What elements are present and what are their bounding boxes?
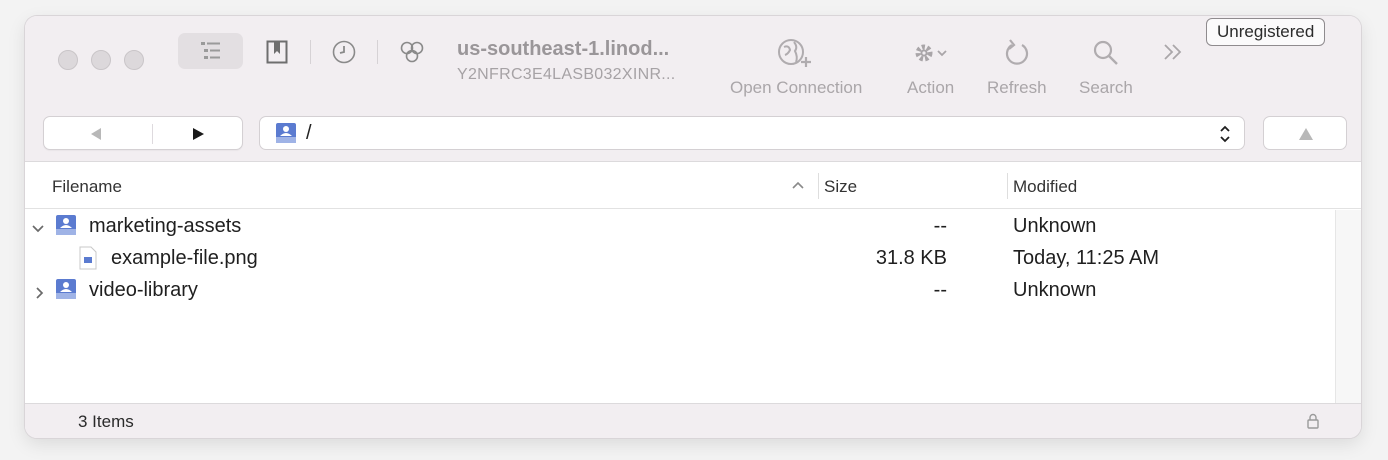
- row-filename: example-file.png: [111, 247, 258, 269]
- toggle-sidebar-button[interactable]: [178, 33, 243, 69]
- file-list: marketing-assets -- Unknown example-file…: [25, 210, 1335, 403]
- modified-column-header[interactable]: Modified: [1013, 177, 1077, 197]
- up-arrow-icon: [1299, 128, 1313, 140]
- refresh-label: Refresh: [987, 78, 1047, 97]
- history-icon: [332, 40, 356, 64]
- bonjour-button[interactable]: [397, 38, 427, 66]
- globe-plus-icon: [778, 39, 812, 67]
- bucket-icon: [54, 277, 78, 307]
- table-row[interactable]: marketing-assets -- Unknown: [25, 210, 1335, 242]
- disclosure-expanded-icon[interactable]: [31, 219, 45, 242]
- row-size: --: [933, 279, 947, 301]
- unregistered-badge[interactable]: Unregistered: [1206, 18, 1326, 46]
- chevron-double-right-icon: [1164, 44, 1182, 60]
- connection-subtitle: Y2NFRC3E4LASB032XINR...: [457, 66, 676, 83]
- bookmarks-icon: [266, 40, 288, 64]
- disclosure-collapsed-icon[interactable]: [33, 283, 47, 306]
- browser-window: us-southeast-1.linod... Y2NFRC3E4LASB032…: [25, 16, 1361, 438]
- vertical-scrollbar[interactable]: [1335, 210, 1361, 403]
- status-bar: 3 Items: [25, 403, 1361, 438]
- forward-button[interactable]: [190, 126, 206, 147]
- search-label: Search: [1079, 78, 1133, 97]
- bucket-icon: [54, 213, 78, 243]
- bucket-icon: [274, 121, 298, 150]
- filename-column-header[interactable]: Filename: [52, 177, 122, 197]
- row-filename: video-library: [89, 279, 198, 301]
- sidebar-icon: [200, 42, 220, 59]
- gear-dropdown-icon: [915, 44, 947, 62]
- path-selector[interactable]: /: [259, 116, 1245, 150]
- row-modified: Today, 11:25 AM: [1013, 247, 1160, 269]
- row-size: --: [933, 215, 947, 237]
- open-connection-button[interactable]: Open Connection: [730, 36, 862, 98]
- parent-folder-button[interactable]: [1263, 116, 1347, 150]
- refresh-button[interactable]: Refresh: [987, 36, 1047, 98]
- history-button[interactable]: [330, 38, 358, 66]
- search-button[interactable]: Search: [1079, 36, 1133, 98]
- sort-ascending-icon[interactable]: [791, 178, 805, 197]
- toolbar: us-southeast-1.linod... Y2NFRC3E4LASB032…: [25, 16, 1361, 162]
- toolbar-overflow-button[interactable]: [1159, 38, 1187, 66]
- zoom-window-button[interactable]: [124, 50, 144, 70]
- close-window-button[interactable]: [58, 50, 78, 70]
- row-filename: marketing-assets: [89, 215, 242, 237]
- path-dropdown-icon: [1218, 123, 1232, 150]
- row-modified: Unknown: [1013, 215, 1097, 237]
- lock-icon: [1306, 413, 1320, 434]
- file-icon: [78, 246, 98, 276]
- back-button[interactable]: [88, 126, 104, 147]
- minimize-window-button[interactable]: [91, 50, 111, 70]
- refresh-icon: [1005, 39, 1028, 65]
- open-connection-label: Open Connection: [730, 78, 863, 97]
- back-arrow-icon: [91, 128, 101, 140]
- table-row[interactable]: example-file.png 31.8 KB Today, 11:25 AM: [25, 242, 1335, 274]
- row-modified: Unknown: [1013, 279, 1097, 301]
- action-label: Action: [907, 78, 955, 97]
- bonjour-icon: [400, 41, 424, 63]
- back-forward-control: [43, 116, 243, 150]
- search-icon: [1093, 40, 1118, 65]
- size-column-header[interactable]: Size: [824, 177, 857, 197]
- bookmarks-button[interactable]: [263, 38, 291, 66]
- row-size: 31.8 KB: [875, 247, 947, 269]
- action-button[interactable]: Action: [907, 36, 954, 98]
- column-header-row: Filename Size Modified: [25, 163, 1361, 209]
- forward-arrow-icon: [193, 128, 204, 140]
- connection-title: us-southeast-1.linod...: [457, 38, 670, 60]
- current-path: /: [306, 122, 312, 144]
- item-count: 3 Items: [78, 412, 134, 431]
- table-row[interactable]: video-library -- Unknown: [25, 274, 1335, 306]
